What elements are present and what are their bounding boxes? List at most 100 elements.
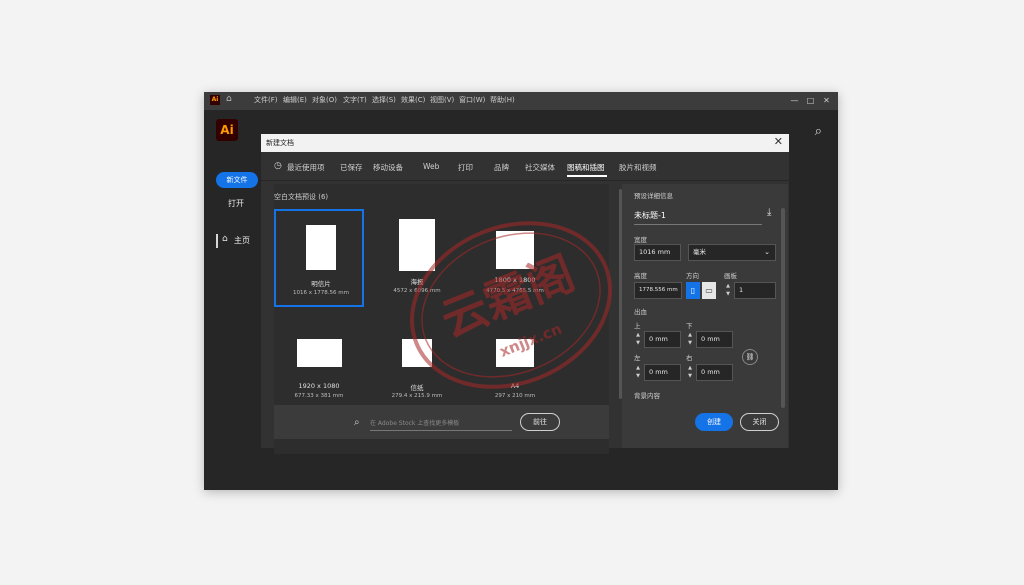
height-label: 高度 [634,272,647,280]
menu-type[interactable]: 文字(T) [343,95,367,105]
preset-name: A4 [510,382,520,390]
stock-search-input[interactable]: 在 Adobe Stock 上查找更多模板 [370,418,459,427]
link-icon[interactable]: ⛓ [742,349,758,365]
bleed-left-stepper[interactable]: ▲ ▼ [634,364,642,381]
width-label: 宽度 [634,236,647,244]
import-icon[interactable]: ⤓ [767,207,771,218]
bleed-left-input[interactable]: 0 mm [644,364,681,381]
clock-icon: ◷ [274,161,282,171]
tab-film-video[interactable]: 胶片和视频 [619,162,657,173]
bleed-label: 出血 [634,308,647,316]
home-icon: ⌂ [222,234,228,244]
bleed-bottom-stepper[interactable]: ▲ ▼ [686,331,694,348]
bleed-top-label: 上 [634,322,641,330]
bleed-bottom-label: 下 [686,322,693,330]
preset-thumbnail [496,339,534,367]
unit-select[interactable]: 毫米 ⌄ [688,244,776,261]
maximize-button[interactable]: □ [804,95,817,106]
preset-details-panel: 预设详细信息 未标题-1 ⤓ 宽度 1016 mm 毫米 ⌄ 高度 方向 画板 … [622,184,788,448]
tab-print[interactable]: 打印 [458,162,473,173]
landscape-orientation-button[interactable]: ▭ [702,282,716,299]
preset-size: 1016 x 1778.56 mm [293,290,349,296]
minimize-button[interactable]: — [788,95,801,106]
open-button[interactable]: 打开 [228,198,244,209]
active-indicator [216,234,218,248]
preset-thumbnail [306,225,336,270]
search-icon[interactable]: ⌕ [815,124,822,139]
tab-brand[interactable]: 品牌 [494,162,509,173]
new-document-dialog: 新建文档 ✕ ◷ 最近使用项 已保存 移动设备 Web 打印 品牌 社交媒体 图… [261,134,789,454]
menu-file[interactable]: 文件(F) [254,95,278,105]
home-icon[interactable]: ⌂ [226,94,232,104]
tab-social[interactable]: 社交媒体 [525,162,555,173]
bleed-right-label: 右 [686,354,693,362]
tab-mobile[interactable]: 移动设备 [373,162,403,173]
menu-view[interactable]: 视图(V) [430,95,454,105]
preset-name: 1800 x 1800 [494,276,536,284]
create-button[interactable]: 创建 [695,413,733,431]
divider [261,180,789,181]
preset-name: 信纸 [410,384,424,392]
document-name-input[interactable]: 未标题-1 [634,210,762,224]
width-input[interactable]: 1016 mm [634,244,681,261]
height-input[interactable]: 1778.556 mm [634,282,682,299]
preset-size: 677.33 x 381 mm [294,393,344,399]
portrait-orientation-button[interactable]: ▯ [686,282,700,299]
bleed-top-input[interactable]: 0 mm [644,331,681,348]
close-button[interactable]: 关闭 [740,413,779,431]
bleed-right-input[interactable]: 0 mm [696,364,733,381]
window-close-button[interactable]: ✕ [820,95,833,106]
menu-window[interactable]: 窗口(W) [459,95,485,105]
advanced-label: 背景内容 [634,392,660,400]
artboards-input[interactable]: 1 [734,282,776,299]
preset-thumbnail [496,231,534,269]
preset-thumbnail [297,339,342,367]
close-icon[interactable]: ✕ [774,135,783,148]
details-scrollbar[interactable] [781,208,785,408]
tab-web[interactable]: Web [423,162,439,171]
details-heading: 预设详细信息 [634,192,673,200]
tab-recent[interactable]: 最近使用项 [287,162,325,173]
preset-name: 海报 [410,278,424,286]
preset-card[interactable]: 明信片 1016 x 1778.56 mm [274,209,364,307]
artboards-stepper[interactable]: ▲ ▼ [724,282,732,299]
title-bar: Ai ⌂ 文件(F) 编辑(E) 对象(O) 文字(T) 选择(S) 效果(C)… [204,92,838,110]
preset-size: 297 x 210 mm [494,393,536,399]
bleed-left-label: 左 [634,354,641,362]
preset-size: 4770.5 x 4765.5 mm [486,288,544,294]
search-icon: ⌕ [354,417,360,428]
menu-edit[interactable]: 编辑(E) [283,95,307,105]
preset-card[interactable]: 1800 x 1800 4770.5 x 4765.5 mm [470,209,560,307]
tab-saved[interactable]: 已保存 [340,162,363,173]
menu-select[interactable]: 选择(S) [372,95,396,105]
active-tab-indicator [567,175,607,177]
bleed-bottom-input[interactable]: 0 mm [696,331,733,348]
preset-thumbnail [402,339,432,367]
presets-heading: 空白文档预设 (6) [274,193,329,201]
preset-size: 279.4 x 215.9 mm [391,393,443,399]
sidebar-item-label: 主页 [234,236,250,245]
menu-object[interactable]: 对象(O) [312,95,337,105]
bleed-top-stepper[interactable]: ▲ ▼ [634,331,642,348]
app-logo: Ai [216,119,238,141]
preset-thumbnail [399,219,435,271]
dialog-title: 新建文档 [266,139,294,147]
unit-value: 毫米 [693,248,706,256]
sidebar-item-home[interactable]: ⌂ 主页 [216,234,256,248]
preset-name: 明信片 [311,280,331,288]
menu-help[interactable]: 帮助(H) [490,95,515,105]
artboards-label: 画板 [724,272,737,280]
chevron-down-icon: ⌄ [764,248,770,256]
preset-size: 4572 x 6096 mm [393,288,441,294]
search-underline [370,430,512,431]
preset-name: 1920 x 1080 [298,382,340,390]
bleed-right-stepper[interactable]: ▲ ▼ [686,364,694,381]
menu-effect[interactable]: 效果(C) [401,95,425,105]
tab-art-illustration[interactable]: 图稿和插图 [567,162,605,173]
go-button[interactable]: 前往 [520,413,560,431]
new-file-button[interactable]: 新文件 [216,172,258,188]
preset-card[interactable]: 海报 4572 x 6096 mm [372,209,462,307]
dialog-header: 新建文档 ✕ [261,134,789,152]
stock-search-bar: ⌕ 在 Adobe Stock 上查找更多模板 前往 [274,405,609,439]
orientation-label: 方向 [686,272,699,280]
